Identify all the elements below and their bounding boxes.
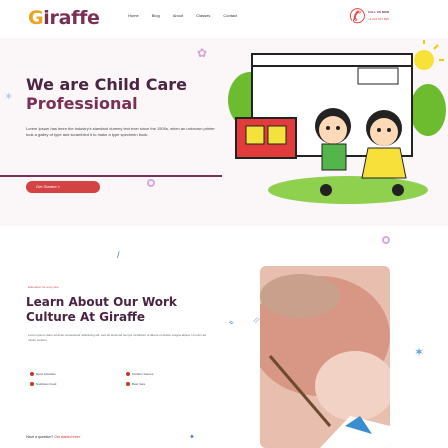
feature-item: Sport Activities [30, 372, 56, 377]
logo-text: iraffe [43, 7, 100, 29]
get-started-free-link[interactable]: Get started free» [54, 435, 80, 439]
slash-decoration-icon: / [117, 250, 120, 260]
section-kicker: Education for everyone [28, 285, 59, 289]
section-title: Learn About Our Work Culture At Giraffe [26, 295, 177, 324]
nav-home[interactable]: Home [128, 13, 139, 18]
phone-contact[interactable]: ✆ CALL US NOW +1 234 567 890 [349, 4, 389, 32]
hero-divider [0, 175, 222, 177]
site-logo[interactable]: Giraffe [28, 7, 100, 29]
bullet-icon [30, 372, 34, 377]
nav-blog[interactable]: Blog [152, 13, 160, 18]
feature-item: Nutritious Food [30, 382, 56, 387]
nav-classes[interactable]: Classes [196, 13, 210, 18]
squiggle-decoration-icon: ≈ [227, 317, 235, 328]
bullet-icon [126, 372, 130, 377]
kids-illustration [228, 40, 446, 204]
feature-item: Best Care [126, 382, 145, 387]
nav-about[interactable]: About [173, 13, 183, 18]
star-decoration-icon: ✶ [414, 345, 425, 359]
star-decoration-icon: ✶ [4, 91, 14, 103]
flower-decoration-icon: ✿ [197, 46, 208, 60]
child-drawing-photo [260, 266, 390, 448]
phone-icon: ✆ [349, 6, 366, 28]
main-nav: Home Blog About Classes Contact [128, 13, 250, 18]
nav-contact[interactable]: Contact [223, 13, 237, 18]
bullet-icon [30, 382, 34, 387]
circle-decoration-icon [382, 236, 390, 244]
question-line: Have a question? Get started free» [26, 435, 81, 439]
circle-decoration-icon [147, 179, 155, 187]
get-started-button[interactable]: Get Started » [26, 181, 100, 193]
sparkle-decoration-icon: ✦ [189, 434, 195, 441]
bullet-icon [126, 382, 130, 387]
feature-item: Outdoor Games [126, 372, 153, 377]
phone-label: CALL US NOW [368, 10, 390, 14]
section-description: Lorem ipsum dolor sit amet consectetur a… [28, 333, 206, 342]
hero-description: Lorem Ipsum has been the industry's stan… [26, 126, 215, 137]
hero-title: We are Child Care Professional [26, 75, 188, 113]
site-header: Giraffe Home Blog About Classes Contact … [0, 0, 448, 38]
phone-number: +1 234 567 890 [368, 17, 389, 21]
